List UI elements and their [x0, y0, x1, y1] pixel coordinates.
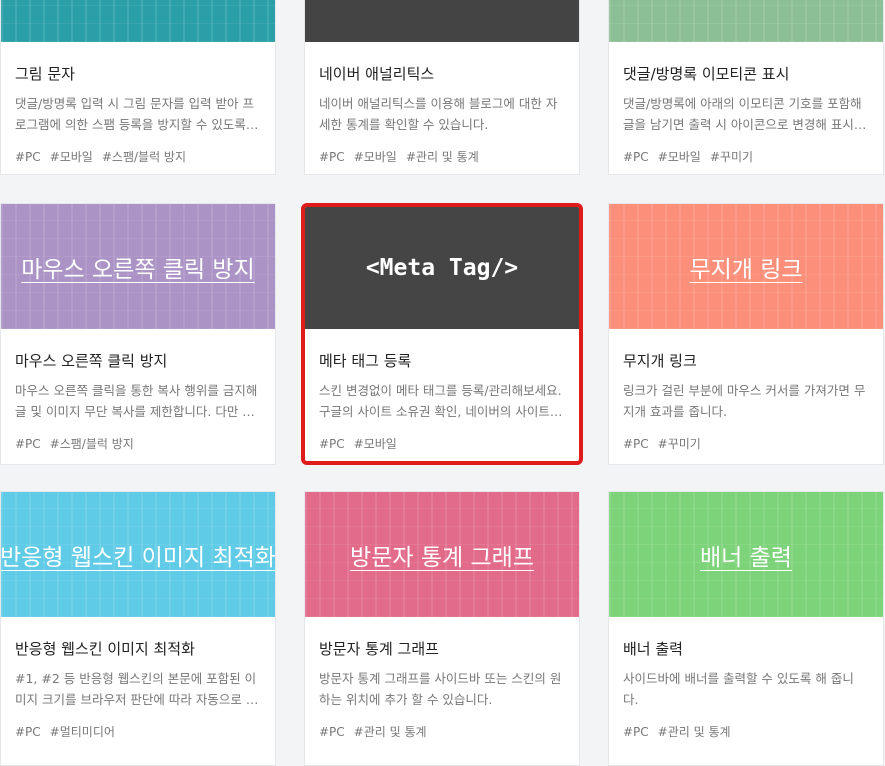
plugin-card-picture-captcha[interactable]: 그림 문자 댓글/방명록 입력 시 그림 문자를 입력 받아 프로그램에 의한 …: [0, 0, 276, 175]
plugin-description: 사이드바에 배너를 출력할 수 있도록 해 줍니다.: [623, 671, 854, 707]
plugin-thumbnail[interactable]: 마우스 오른쪽 클릭 방지: [1, 204, 275, 329]
tag[interactable]: #모바일: [354, 150, 397, 164]
tag[interactable]: #꾸미기: [710, 150, 753, 164]
thumbnail-title: 무지개 링크: [689, 256, 803, 283]
thumbnail-title: 마우스 오른쪽 클릭 방지: [21, 256, 255, 283]
plugin-card-naver-analytics[interactable]: 네이버 애널리틱스 네이버 애널리틱스를 이용해 블로그에 대한 자세한 통계를…: [304, 0, 580, 175]
tag[interactable]: #멀티미디어: [50, 725, 115, 739]
tag[interactable]: #PC: [319, 150, 345, 164]
plugin-description: 네이버 애널리틱스를 이용해 블로그에 대한 자세한 통계를 확인할 수 있습니…: [319, 96, 558, 132]
tag[interactable]: #모바일: [354, 437, 397, 451]
thumbnail-title: 반응형 웹스킨 이미지 최적화: [1, 544, 275, 571]
plugin-tags: #PC #멀티미디어: [15, 723, 261, 740]
plugin-tags: #PC #꾸미기: [623, 435, 869, 452]
plugin-thumbnail[interactable]: [1, 0, 275, 42]
plugin-thumbnail[interactable]: 방문자 통계 그래프: [305, 492, 579, 617]
thumbnail-title: 방문자 통계 그래프: [350, 544, 534, 571]
plugin-tags: #PC #관리 및 통계: [319, 723, 565, 740]
plugin-description: 마우스 오른쪽 클릭을 통한 복사 행위를 금지해 글 및 이미지 무단 복사를…: [15, 383, 258, 419]
tag[interactable]: #PC: [15, 150, 41, 164]
plugin-description: 링크가 걸린 부분에 마우스 커서를 가져가면 무지개 효과를 줍니다.: [623, 383, 866, 419]
plugin-card-meta-tag[interactable]: <Meta Tag/> 메타 태그 등록 스킨 변경없이 메타 태그를 등록/관…: [301, 203, 583, 465]
plugin-title[interactable]: 방문자 통계 그래프: [319, 638, 565, 659]
plugin-card-right-click-block[interactable]: 마우스 오른쪽 클릭 방지 마우스 오른쪽 클릭 방지 마우스 오른쪽 클릭을 …: [0, 203, 276, 465]
plugin-thumbnail[interactable]: 반응형 웹스킨 이미지 최적화: [1, 492, 275, 617]
tag[interactable]: #관리 및 통계: [658, 725, 731, 739]
plugin-card-rainbow-link[interactable]: 무지개 링크 무지개 링크 링크가 걸린 부분에 마우스 커서를 가져가면 무지…: [608, 203, 884, 465]
tag[interactable]: #스팸/블럭 방지: [50, 437, 134, 451]
plugin-title[interactable]: 마우스 오른쪽 클릭 방지: [15, 350, 261, 371]
plugin-card-banner[interactable]: 배너 출력 배너 출력 사이드바에 배너를 출력할 수 있도록 해 줍니다. #…: [608, 491, 884, 766]
plugin-tags: #PC #관리 및 통계: [623, 723, 869, 740]
plugin-thumbnail[interactable]: 무지개 링크: [609, 204, 883, 329]
plugin-thumbnail[interactable]: [609, 0, 883, 42]
plugin-tags: #PC #모바일 #스팸/블럭 방지: [15, 148, 261, 165]
tag[interactable]: #관리 및 통계: [354, 725, 427, 739]
plugin-thumbnail[interactable]: 배너 출력: [609, 492, 883, 617]
plugin-description: 스킨 변경없이 메타 태그를 등록/관리해보세요. 구글의 사이트 소유권 확인…: [319, 383, 562, 419]
tag[interactable]: #PC: [15, 725, 41, 739]
tag[interactable]: #PC: [319, 437, 345, 451]
tag[interactable]: #스팸/블럭 방지: [102, 150, 186, 164]
plugin-title[interactable]: 메타 태그 등록: [319, 350, 565, 371]
tag[interactable]: #PC: [623, 725, 649, 739]
thumbnail-title: 배너 출력: [700, 544, 792, 571]
plugin-tags: #PC #모바일 #꾸미기: [623, 148, 869, 165]
tag[interactable]: #PC: [623, 437, 649, 451]
tag[interactable]: #PC: [319, 725, 345, 739]
plugin-description: #1, #2 등 반응형 웹스킨의 본문에 포함된 이미지 크기를 브라우저 판…: [15, 671, 258, 707]
plugin-thumbnail[interactable]: <Meta Tag/>: [305, 207, 579, 329]
plugin-thumbnail[interactable]: [305, 0, 579, 42]
plugin-description: 댓글/방명록 입력 시 그림 문자를 입력 받아 프로그램에 의한 스팸 등록을…: [15, 96, 255, 132]
plugin-card-responsive-image[interactable]: 반응형 웹스킨 이미지 최적화 반응형 웹스킨 이미지 최적화 #1, #2 등…: [0, 491, 276, 766]
tag[interactable]: #관리 및 통계: [406, 150, 479, 164]
tag[interactable]: #PC: [623, 150, 649, 164]
plugin-title[interactable]: 배너 출력: [623, 638, 869, 659]
tag[interactable]: #모바일: [50, 150, 93, 164]
plugin-description: 댓글/방명록에 아래의 이모티콘 기호를 포함해 글을 남기면 출력 시 아이콘…: [623, 96, 866, 132]
plugin-title[interactable]: 무지개 링크: [623, 350, 869, 371]
plugin-tags: #PC #모바일 #관리 및 통계: [319, 148, 565, 165]
plugin-card-visitor-graph[interactable]: 방문자 통계 그래프 방문자 통계 그래프 방문자 통계 그래프를 사이드바 또…: [304, 491, 580, 766]
plugin-tags: #PC #모바일: [319, 435, 565, 452]
tag[interactable]: #꾸미기: [658, 437, 701, 451]
thumbnail-title: <Meta Tag/>: [365, 255, 519, 281]
plugin-title[interactable]: 네이버 애널리틱스: [319, 63, 565, 84]
plugin-title[interactable]: 그림 문자: [15, 63, 261, 84]
plugin-title[interactable]: 반응형 웹스킨 이미지 최적화: [15, 638, 261, 659]
plugin-card-emoticon[interactable]: 댓글/방명록 이모티콘 표시 댓글/방명록에 아래의 이모티콘 기호를 포함해 …: [608, 0, 884, 175]
plugin-tags: #PC #스팸/블럭 방지: [15, 435, 261, 452]
tag[interactable]: #모바일: [658, 150, 701, 164]
plugin-description: 방문자 통계 그래프를 사이드바 또는 스킨의 원하는 위치에 추가 할 수 있…: [319, 671, 562, 707]
tag[interactable]: #PC: [15, 437, 41, 451]
plugin-title[interactable]: 댓글/방명록 이모티콘 표시: [623, 63, 869, 84]
